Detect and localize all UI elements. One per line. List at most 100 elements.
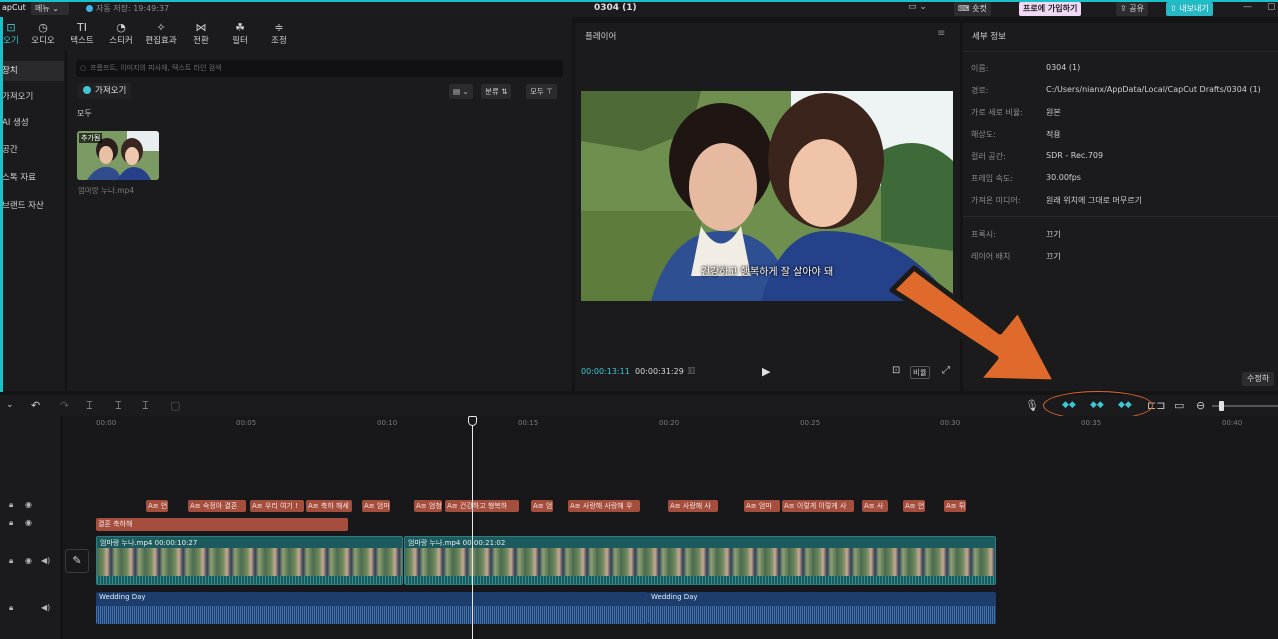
title-text-clip[interactable]: 결혼 축하해 xyxy=(96,518,348,531)
all-label: 모두 xyxy=(77,109,92,118)
text-clip[interactable]: A≡ 건강하고 행복하 xyxy=(445,500,519,512)
tab-transition[interactable]: ⋈ 전환 xyxy=(180,21,222,46)
ruler-tick: 00:20 xyxy=(659,419,680,427)
tab-audio[interactable]: ◷ 오디오 xyxy=(22,21,64,46)
export-button[interactable]: ⇧ 내보내기 xyxy=(1166,2,1213,16)
video-clip-frames xyxy=(97,548,402,576)
edit-cover-button[interactable]: ✎ xyxy=(65,549,89,573)
microphone-icon[interactable]: 🎙︎ xyxy=(1025,398,1039,413)
layout-icon[interactable]: ▭ ⌄ xyxy=(908,2,927,12)
media-toolbar: ⊡ 오기 ◷ 오디오 TI 텍스트 ◔ 스티커 ✧ 편집효과 ⋈ 전환 ☘ 필터 ≑ 조정 xyxy=(0,17,572,50)
export-label: 내보내기 xyxy=(1179,4,1209,13)
sidebar-item-import[interactable]: 가져오기 xyxy=(0,87,64,107)
text-clip[interactable]: A≡ 축하 해세 xyxy=(306,500,352,512)
tab-filter-label: 필터 xyxy=(232,36,248,46)
volume-icon[interactable]: ◀︎) xyxy=(41,556,50,565)
detail-label: 해상도: xyxy=(971,130,996,139)
playhead-handle[interactable] xyxy=(468,416,477,426)
split-icon[interactable]: ⌶ xyxy=(86,398,93,413)
lock-icon[interactable]: 🔒︎ xyxy=(9,556,13,566)
text-clip[interactable]: A≡ 사랑해 사랑해 우 xyxy=(568,500,640,512)
zoom-out-icon[interactable]: ⊖ xyxy=(1196,398,1205,413)
ruler-tick: 00:30 xyxy=(940,419,961,427)
text-clip[interactable]: A≡ 언 xyxy=(146,500,168,512)
time-ruler[interactable]: 00:00 00:05 00:10 00:15 00:20 00:25 00:3… xyxy=(62,416,1278,431)
playhead[interactable] xyxy=(472,416,473,639)
undo-icon[interactable]: ↶ xyxy=(31,398,40,413)
eye-icon[interactable]: ◉ xyxy=(25,556,32,565)
detail-value: 30.00fps xyxy=(1046,173,1081,182)
video-clip[interactable]: 엄마랑 누나.mp4 00:00:21:02 xyxy=(404,536,996,585)
text-clip[interactable]: A≡ 엄마 xyxy=(362,500,390,512)
eye-icon[interactable]: ◉ xyxy=(25,500,32,509)
text-clip[interactable]: A≡ 튀 xyxy=(944,500,966,512)
annotation-arrow xyxy=(889,265,1059,385)
lock-icon[interactable]: 🔒︎ xyxy=(9,603,13,613)
view-toggle-button[interactable]: ▤ ⌄ xyxy=(449,84,473,99)
import-button[interactable]: 가져오기 xyxy=(78,83,132,99)
detail-label: 컬러 공간: xyxy=(971,152,1006,161)
minimize-icon[interactable]: — xyxy=(1243,2,1252,12)
search-input[interactable]: ○ 프롬프트, 이미지의 피사체, 텍스트 라인 검색 xyxy=(76,60,563,77)
details-title: 세부 정보 xyxy=(972,32,1006,42)
autosave-status: 자동 저장: 19:49:37 xyxy=(86,3,169,14)
sort-button[interactable]: 분류 ⇅ xyxy=(481,84,512,99)
detail-value: SDR - Rec.709 xyxy=(1046,151,1104,160)
sidebar-item-brand[interactable]: 브랜드 자산 xyxy=(0,196,64,216)
detail-label: 이름: xyxy=(971,64,989,73)
play-icon[interactable]: ▶ xyxy=(762,365,770,378)
tab-filter[interactable]: ☘ 필터 xyxy=(219,21,261,46)
split-left-icon[interactable]: ⌶ xyxy=(115,398,122,413)
media-thumbnail[interactable]: 추가됨 xyxy=(77,131,159,180)
eye-icon[interactable]: ◉ xyxy=(25,518,32,527)
text-clip[interactable]: A≡ 이렇게 이렇게 사 xyxy=(782,500,854,512)
share-button[interactable]: ⇪ 공유 xyxy=(1116,2,1148,16)
text-clip[interactable]: A≡ 엄청 xyxy=(414,500,442,512)
tab-text[interactable]: TI 텍스트 xyxy=(61,21,103,46)
zoom-slider-handle[interactable] xyxy=(1219,401,1224,411)
pro-button[interactable]: 프로에 가입하기 xyxy=(1019,2,1082,16)
lock-icon[interactable]: 🔒︎ xyxy=(9,500,13,510)
delete-icon[interactable]: ▢ xyxy=(170,398,180,413)
audio-clip[interactable]: Wedding Day xyxy=(648,592,996,624)
tab-adjust[interactable]: ≑ 조정 xyxy=(258,21,300,46)
text-clip[interactable]: A≡ 사랑해 사 xyxy=(668,500,718,512)
text-clip[interactable]: A≡ 엄 xyxy=(531,500,553,512)
menu-button[interactable]: 메뉴 ⌄ xyxy=(31,2,69,15)
filter-all-button[interactable]: 모두 ⊤ xyxy=(526,84,557,99)
shortcut-button[interactable]: ⌨ 숏컷 xyxy=(954,2,991,16)
edit-button[interactable]: 수정하 xyxy=(1242,372,1275,386)
details-divider-2 xyxy=(963,216,1278,217)
added-tag: 추가됨 xyxy=(79,133,103,143)
video-clip[interactable]: 엄마랑 누나.mp4 00:00:10:27 xyxy=(96,536,403,585)
timeline-grid-icon[interactable]: ▥ xyxy=(687,366,696,376)
lock-icon[interactable]: 🔒︎ xyxy=(9,518,13,528)
text-clip[interactable]: A≡ 숙정아 결혼 xyxy=(188,500,246,512)
caption-icon[interactable]: ▭ xyxy=(1174,398,1184,413)
search-placeholder: 프롬프트, 이미지의 피사체, 텍스트 라인 검색 xyxy=(90,64,222,72)
sidebar-item-stock[interactable]: 스톡 자료 xyxy=(0,168,64,188)
player-menu-icon[interactable]: ≡ xyxy=(937,28,945,39)
select-tool-icon[interactable]: ⌄ xyxy=(6,398,14,413)
text-clip[interactable]: A≡ 사 xyxy=(862,500,888,512)
video-clip-duration: 00:00:10:27 xyxy=(154,539,198,547)
text-clip[interactable]: A≡ 언 xyxy=(903,500,925,512)
tab-sticker[interactable]: ◔ 스티커 xyxy=(100,21,142,46)
tab-adjust-label: 조정 xyxy=(271,36,287,46)
split-right-icon[interactable]: ⌶ xyxy=(142,398,149,413)
tab-transition-label: 전환 xyxy=(193,36,209,46)
text-clip[interactable]: A≡ 우리 여기 ! xyxy=(250,500,304,512)
tab-effects[interactable]: ✧ 편집효과 xyxy=(140,21,182,46)
sidebar-item-device[interactable]: 장치 xyxy=(0,61,64,81)
ruler-tick: 00:10 xyxy=(377,419,398,427)
media-sidebar: 장치 가져오기 AI 생성 공간 스톡 자료 브랜드 자산 xyxy=(0,50,66,391)
volume-icon[interactable]: ◀︎) xyxy=(41,603,50,612)
audio-clip[interactable]: Wedding Day xyxy=(96,592,648,624)
maximize-icon[interactable]: ▢ xyxy=(1267,2,1276,12)
sidebar-item-ai[interactable]: AI 생성 xyxy=(0,113,64,133)
text-clip[interactable]: A≡ 엄마 xyxy=(744,500,780,512)
tab-effects-label: 편집효과 xyxy=(145,36,177,46)
redo-icon[interactable]: ↷ xyxy=(60,398,69,413)
sidebar-item-space[interactable]: 공간 xyxy=(0,140,64,160)
track-headers: 🔒︎ ◉ 🔒︎ ◉ 🔒︎ ◉ ◀︎) 🔒︎ ◀︎) xyxy=(0,416,62,639)
